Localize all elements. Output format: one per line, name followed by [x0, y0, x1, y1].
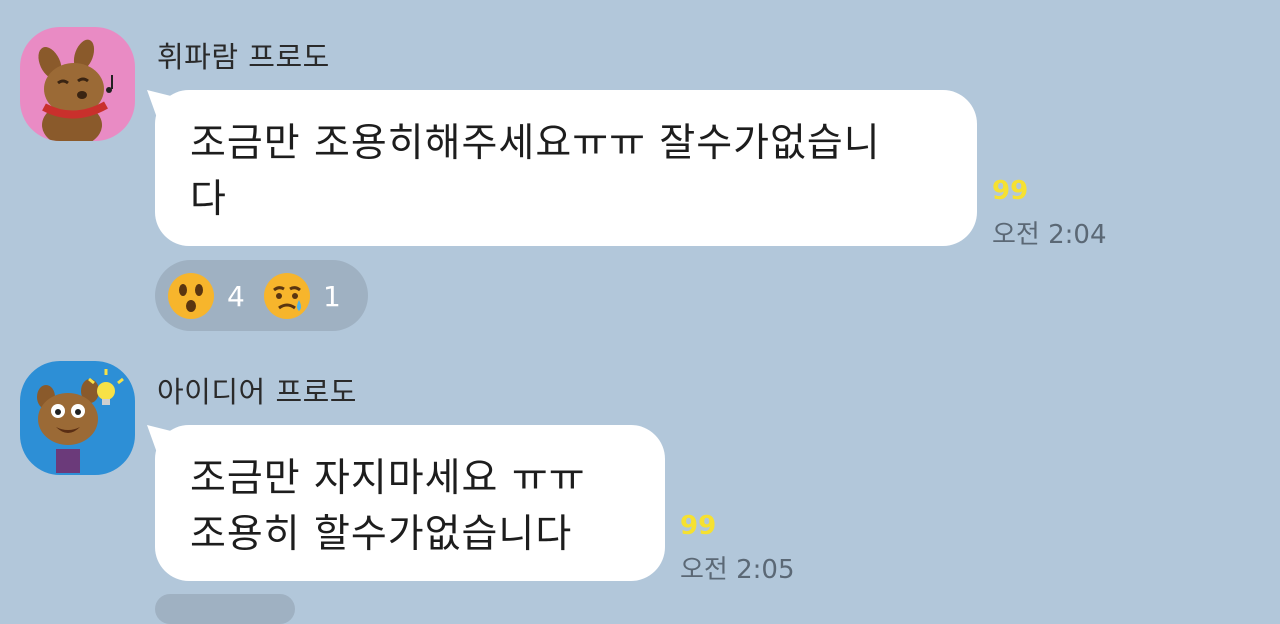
unread-count: 99: [992, 176, 1029, 206]
sad-tear-face-icon: [264, 273, 310, 319]
message-line: 조금만 자지마세요 ㅠㅠ: [190, 456, 586, 501]
reactions-bar: [155, 594, 295, 624]
sender-name: 휘파람 프로도: [157, 40, 330, 74]
message-line: 조금만 조용히해주세요ㅠㅠ 잘수가없습니: [190, 121, 881, 166]
reaction-count: 1: [323, 279, 341, 313]
message-line: 조용히 할수가없습니다: [190, 512, 573, 557]
frodo-idea-lightbulb-icon: [37, 369, 124, 473]
message-bubble[interactable]: 조금만 자지마세요 ㅠㅠ 조용히 할수가없습니다: [155, 425, 665, 581]
sender-avatar[interactable]: [20, 361, 135, 475]
reaction-sad[interactable]: 1: [263, 271, 341, 321]
unread-count: 99: [680, 511, 717, 541]
message-time: 오전 2:05: [680, 555, 795, 585]
message-time: 오전 2:04: [992, 220, 1107, 250]
message-text: 조금만 조용히해주세요ㅠㅠ 잘수가없습니 다: [190, 116, 949, 228]
message-line: 다: [190, 177, 227, 222]
sender-avatar[interactable]: [20, 27, 135, 141]
sender-name: 아이디어 프로도: [157, 375, 357, 409]
message-bubble[interactable]: 조금만 조용히해주세요ㅠㅠ 잘수가없습니 다: [155, 90, 977, 246]
reaction-count: 4: [227, 279, 245, 313]
message-text: 조금만 자지마세요 ㅠㅠ 조용히 할수가없습니다: [190, 451, 637, 563]
frodo-whistling-icon: [38, 39, 113, 141]
reaction-surprised[interactable]: 4: [167, 271, 245, 321]
surprised-face-icon: [168, 273, 214, 319]
reactions-bar: 4 1: [155, 260, 368, 331]
